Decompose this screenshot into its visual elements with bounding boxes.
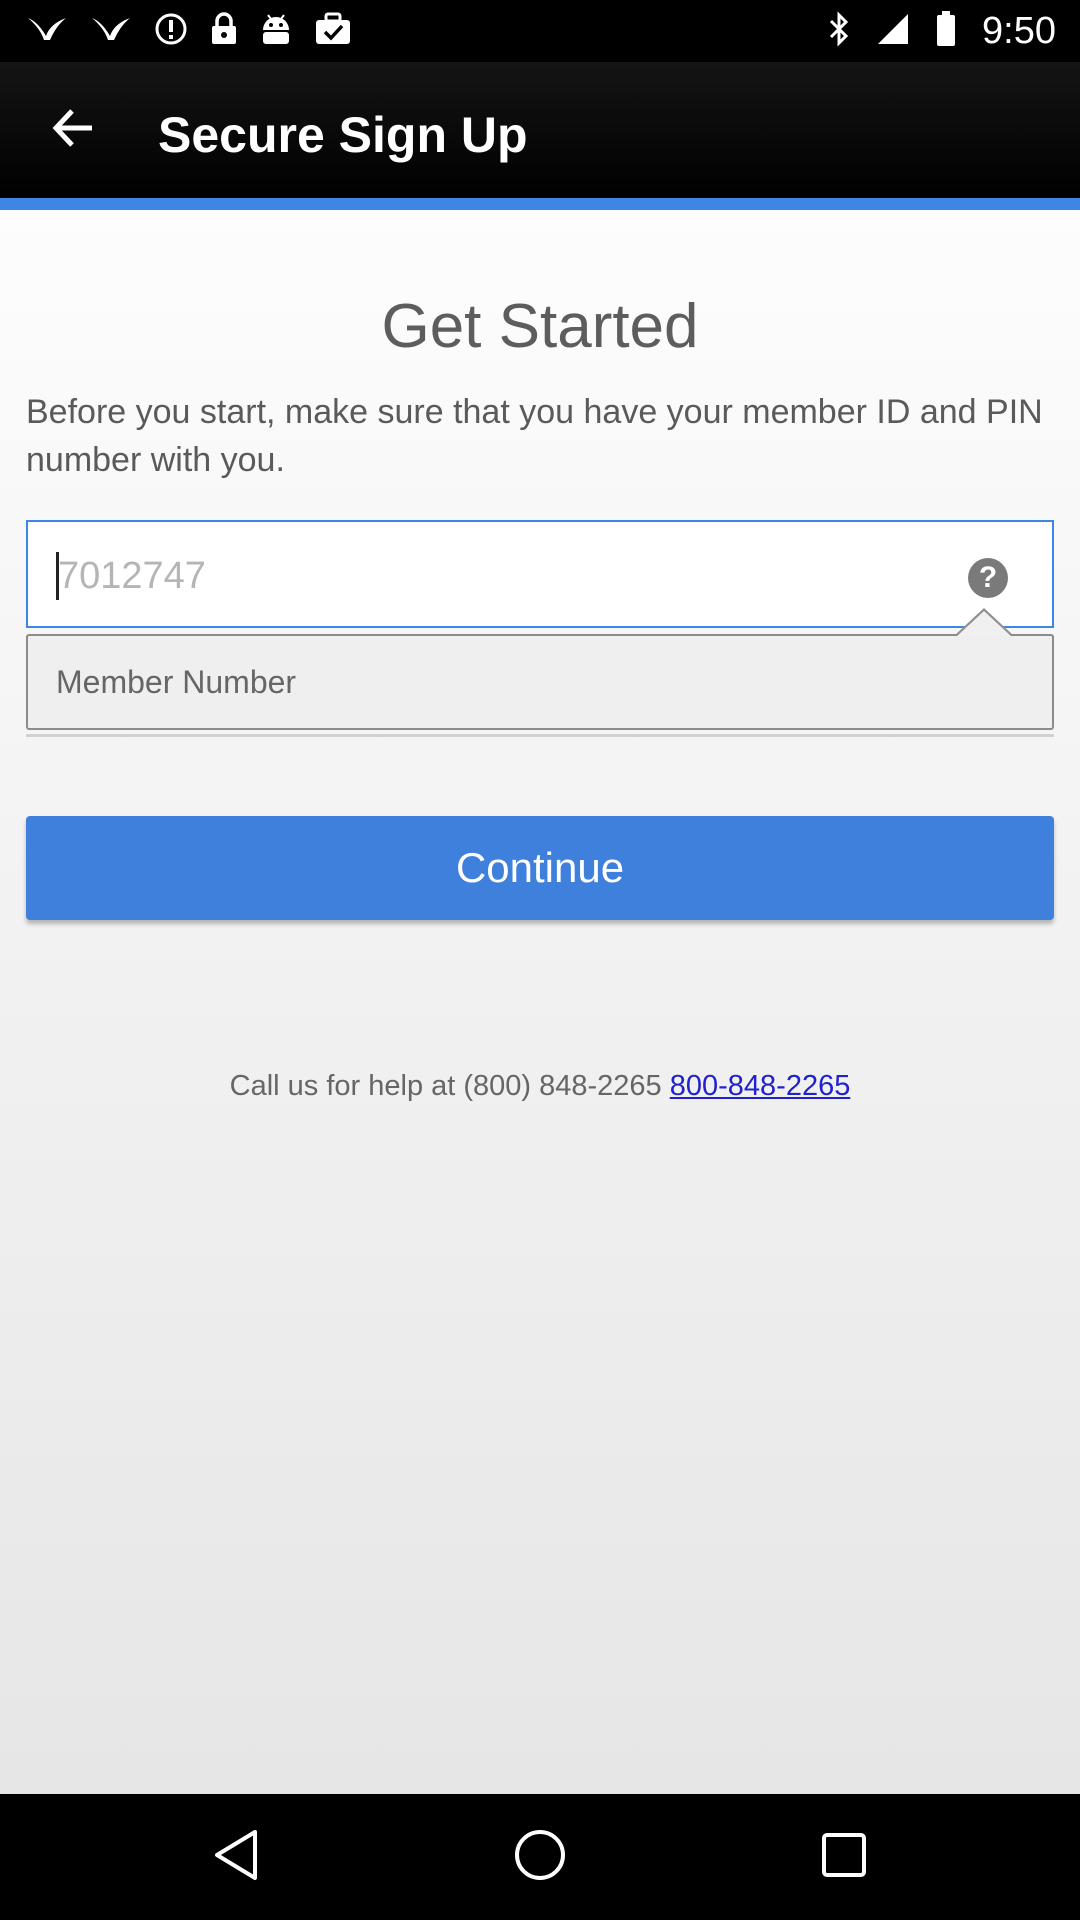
android-icon <box>260 12 292 46</box>
heading: Get Started <box>381 292 699 361</box>
system-icons: 9:50 <box>828 10 1056 52</box>
app-bar: Secure Sign Up <box>0 62 1080 198</box>
back-triangle-icon <box>211 1828 261 1887</box>
accent-divider <box>0 198 1080 210</box>
help-text: Call us for help at (800) 848-2265 <box>229 1070 670 1102</box>
tooltip-box: Member Number <box>26 634 1054 730</box>
signal-icon <box>876 12 910 51</box>
notification-icons <box>26 12 352 46</box>
main-content: Get Started Before you start, make sure … <box>0 210 1080 1794</box>
intro-text: Before you start, make sure that you hav… <box>26 393 1043 479</box>
bluetooth-icon <box>828 10 850 52</box>
status-bar: 9:50 <box>0 0 1080 62</box>
bird-icon <box>90 14 132 44</box>
nav-recents-button[interactable] <box>804 1824 884 1890</box>
phone-link[interactable]: 800-848-2265 <box>670 1070 851 1102</box>
arrow-left-icon <box>52 108 94 153</box>
hint-tooltip: Member Number <box>26 608 1054 740</box>
nav-back-button[interactable] <box>196 1824 276 1890</box>
field-underline <box>26 734 1054 737</box>
tooltip-text: Member Number <box>56 664 297 700</box>
recents-square-icon <box>820 1831 868 1884</box>
member-id-value: 7012747 <box>58 555 206 597</box>
home-circle-icon <box>513 1828 567 1887</box>
back-button[interactable] <box>38 102 108 158</box>
continue-button[interactable]: Continue <box>26 816 1054 920</box>
question-icon[interactable]: ? <box>968 558 1008 598</box>
briefcase-check-icon <box>314 12 352 46</box>
tooltip-arrow-fill <box>956 611 1012 637</box>
member-id-input[interactable]: 7012747 ? <box>26 520 1054 628</box>
bird-icon <box>26 14 68 44</box>
help-line: Call us for help at (800) 848-2265 800-8… <box>0 1066 1080 1106</box>
alert-icon <box>154 12 188 46</box>
page-title: Secure Sign Up <box>158 107 528 163</box>
lock-icon <box>210 12 238 46</box>
battery-icon <box>936 10 956 52</box>
status-time: 9:50 <box>982 10 1056 52</box>
nav-home-button[interactable] <box>500 1824 580 1890</box>
navigation-bar <box>0 1794 1080 1920</box>
